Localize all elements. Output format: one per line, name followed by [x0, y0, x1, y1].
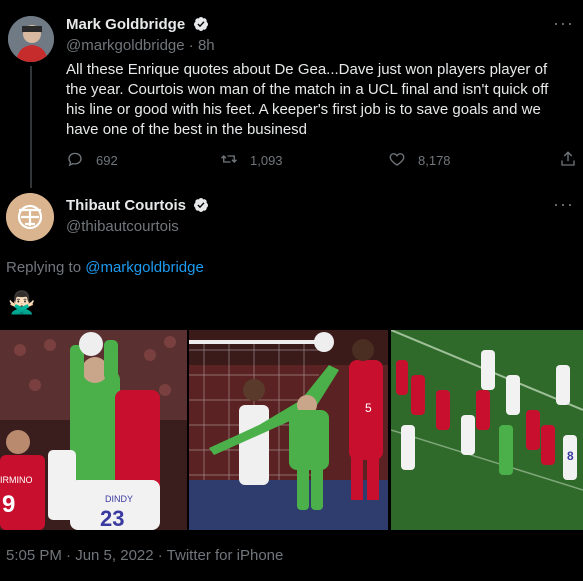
- more-icon[interactable]: ···: [553, 14, 574, 32]
- parent-tweet-text: All these Enrique quotes about De Gea...…: [66, 61, 549, 138]
- replying-to-handle[interactable]: @markgoldbridge: [85, 259, 204, 276]
- reply-button[interactable]: 692: [66, 150, 118, 171]
- replying-to-label: Replying to: [6, 259, 82, 276]
- photo3-jersey-number: 8: [567, 449, 574, 463]
- more-icon[interactable]: ···: [553, 195, 574, 213]
- retweet-count: 1,093: [250, 153, 283, 168]
- like-icon: [388, 150, 406, 171]
- photo1-back-number: 23: [100, 506, 124, 530]
- parent-handle-row: @markgoldbridge · 8h: [66, 37, 215, 54]
- photo2-jersey-number: 5: [365, 401, 372, 415]
- reply-emoji: 🙅🏻‍♂️: [8, 290, 36, 315]
- photo1-back-name: DINDY: [105, 494, 133, 504]
- reply-author-handle[interactable]: @thibautcourtois: [66, 218, 179, 235]
- reply-count: 692: [96, 153, 118, 168]
- verified-badge-icon: [193, 197, 209, 213]
- parent-tweet-time[interactable]: 8h: [198, 37, 215, 54]
- parent-author-avatar[interactable]: [8, 16, 54, 62]
- reply-author-avatar[interactable]: [6, 193, 54, 241]
- verified-badge-icon: [193, 16, 209, 32]
- retweet-icon: [220, 150, 238, 171]
- photo1-jersey-name: IRMINO: [0, 475, 33, 485]
- parent-author-row: Mark Goldbridge: [66, 16, 209, 34]
- retweet-button[interactable]: 1,093: [220, 150, 283, 171]
- reply-author-name[interactable]: Thibaut Courtois: [66, 197, 186, 214]
- like-button[interactable]: 8,178: [388, 150, 451, 171]
- reply-tweet: Thibaut Courtois @thibautcourtois ··· Re…: [0, 185, 583, 581]
- share-icon: [559, 150, 577, 171]
- parent-author-handle[interactable]: @markgoldbridge: [66, 37, 185, 54]
- photo1-jersey-number: 9: [2, 491, 15, 518]
- photo-2[interactable]: 5: [189, 330, 388, 530]
- time-separator: ·: [188, 37, 194, 54]
- parent-author-name[interactable]: Mark Goldbridge: [66, 16, 185, 33]
- photo-1[interactable]: IRMINO 9 DINDY 23: [0, 330, 187, 530]
- reply-timestamp[interactable]: 5:05 PM · Jun 5, 2022 · Twitter for iPho…: [6, 547, 283, 564]
- thread-line: [30, 66, 32, 188]
- share-button[interactable]: [559, 150, 577, 171]
- photo-3[interactable]: 8: [391, 330, 583, 530]
- replying-to: Replying to @markgoldbridge: [6, 259, 204, 276]
- parent-actions: 692 1,093 8,178: [66, 150, 578, 170]
- reply-author-row: Thibaut Courtois: [66, 197, 209, 215]
- parent-tweet[interactable]: Mark Goldbridge @markgoldbridge · 8h ···…: [0, 0, 583, 188]
- reply-icon: [66, 150, 84, 171]
- like-count: 8,178: [418, 153, 451, 168]
